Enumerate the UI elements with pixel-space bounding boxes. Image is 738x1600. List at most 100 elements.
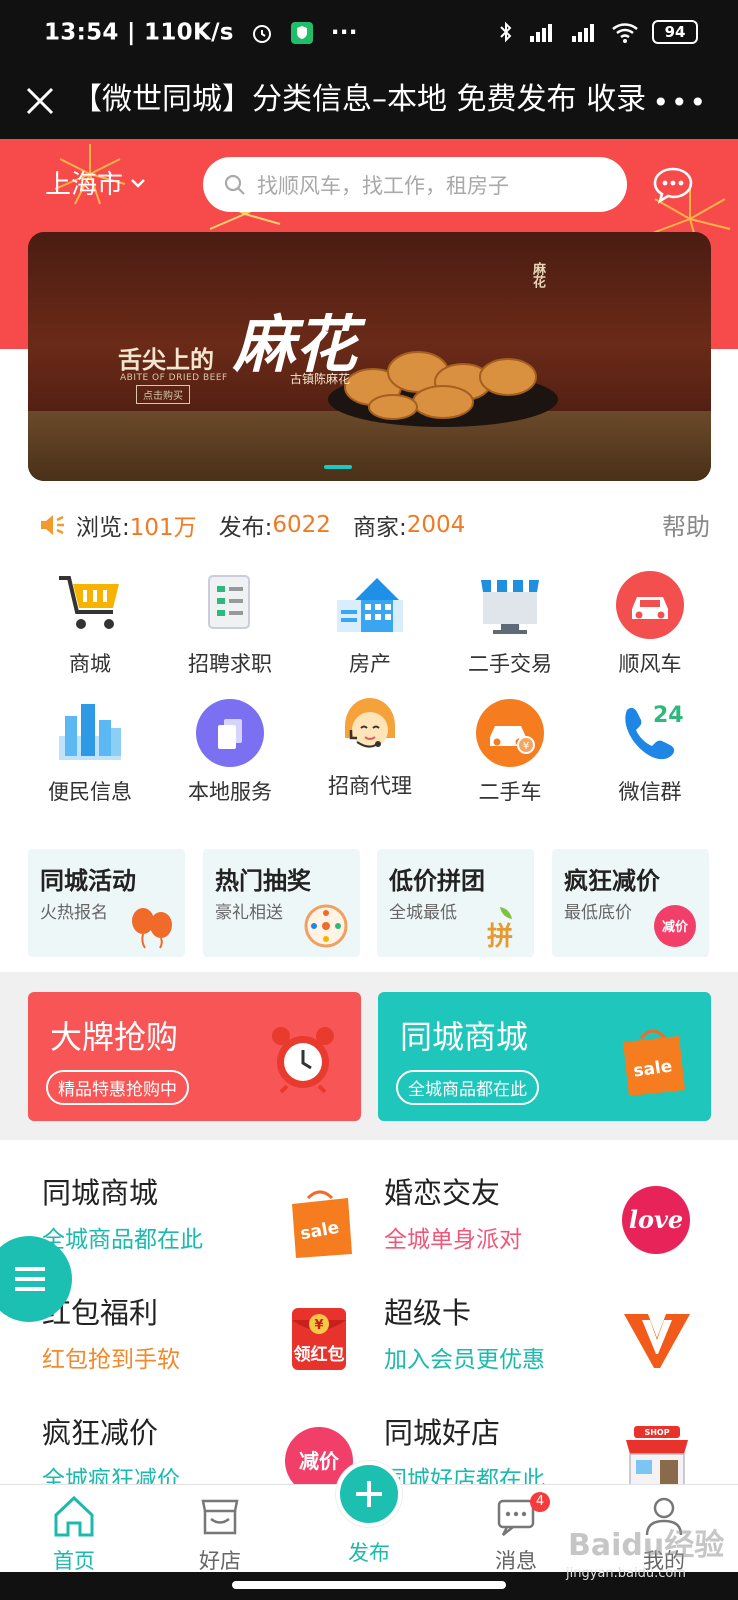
tab-messages[interactable]: 消息 bbox=[456, 1485, 576, 1575]
sale-bag-image: sale bbox=[292, 1190, 352, 1258]
storefront-icon bbox=[481, 580, 539, 634]
browse-value: 101万 bbox=[129, 515, 197, 541]
status-right: 94 bbox=[498, 18, 698, 46]
promo-discount[interactable]: 疯狂减价 最低底价 减价 bbox=[552, 849, 709, 957]
alarm-icon bbox=[253, 24, 272, 43]
title-bar: 【微世同城】分类信息–本地 免费发布 收录 ••• bbox=[0, 64, 738, 139]
category-label: 招商代理 bbox=[328, 774, 412, 798]
red-envelope-image: ¥ 领红包 bbox=[292, 1308, 346, 1370]
category-label: 便民信息 bbox=[48, 780, 132, 804]
tab-label: 发布 bbox=[348, 1541, 390, 1565]
banner-side-text: 麻花 bbox=[530, 262, 545, 288]
category-secondhand[interactable]: 二手交易 bbox=[440, 568, 580, 678]
promo-activity[interactable]: 同城活动 火热报名 bbox=[28, 849, 185, 957]
bigcard-title: 同城商城 bbox=[400, 1018, 529, 1056]
customer-service-icon bbox=[345, 698, 395, 748]
search-input[interactable]: 找顺风车，找工作，租房子 bbox=[203, 157, 627, 212]
shield-icon bbox=[291, 21, 314, 44]
vip-v-icon bbox=[624, 1314, 690, 1368]
help-link[interactable]: 帮助 bbox=[662, 507, 710, 542]
signal-icon bbox=[572, 24, 594, 42]
list-title: 同城商城 bbox=[42, 1176, 159, 1210]
category-label: 顺风车 bbox=[618, 652, 682, 676]
status-separator: | bbox=[127, 19, 145, 46]
category-label: 招聘求职 bbox=[188, 652, 272, 676]
promo-banner[interactable]: 舌尖上的 麻花 古镇陈麻花 ABITE OF DRIED BEEF 点击购买 麻… bbox=[28, 232, 711, 481]
bigcard-city-mall[interactable]: 同城商城 全城商品都在此 sale bbox=[378, 992, 711, 1121]
category-used-car[interactable]: ¥ 二手车 bbox=[440, 696, 580, 806]
category-rideshare[interactable]: 顺风车 bbox=[580, 568, 720, 678]
promo-subtitle: 火热报名 bbox=[40, 903, 108, 923]
balloon-icon bbox=[132, 908, 172, 949]
discount-badge-icon: 减价 bbox=[654, 905, 696, 947]
list-title: 超级卡 bbox=[384, 1296, 472, 1330]
merchant-label: 商家: bbox=[352, 515, 407, 541]
jianjia-text: 减价 bbox=[299, 1449, 340, 1473]
bluetooth-icon bbox=[500, 21, 512, 43]
category-mall[interactable]: 商城 bbox=[20, 568, 160, 678]
home-indicator[interactable] bbox=[232, 1581, 506, 1589]
list-item-supercard[interactable]: 超级卡 加入会员更优惠 bbox=[384, 1290, 724, 1400]
shopping-bag-icon: sale bbox=[623, 1029, 685, 1096]
category-label: 房产 bbox=[349, 652, 391, 676]
list-item-dating[interactable]: 婚恋交友 全城单身派对 love bbox=[384, 1170, 724, 1280]
browse-label: 浏览: bbox=[76, 515, 130, 541]
city-buildings-icon bbox=[59, 704, 121, 760]
city-name: 上海市 bbox=[45, 170, 124, 200]
baidu-watermark: Baidu经验 bbox=[568, 1528, 725, 1563]
svg-text:拼: 拼 bbox=[487, 922, 513, 949]
tab-publish[interactable]: 发布 bbox=[309, 1535, 429, 1567]
list-item-city-mall[interactable]: 同城商城 全城商品都在此 sale bbox=[42, 1170, 382, 1280]
more-menu-button[interactable]: ••• bbox=[652, 86, 708, 119]
home-icon bbox=[54, 1495, 94, 1537]
list-item-hongbao[interactable]: 红包福利 红包抢到手软 ¥ 领红包 bbox=[42, 1290, 382, 1400]
category-jobs[interactable]: 招聘求职 bbox=[160, 568, 300, 678]
phone-24-icon: 24 bbox=[625, 703, 684, 760]
message-count-badge: 4 bbox=[530, 1492, 550, 1512]
category-local-service[interactable]: 本地服务 bbox=[160, 696, 300, 806]
shop-text: SHOP bbox=[644, 1428, 669, 1437]
banner-buy-button[interactable]: 点击购买 bbox=[136, 385, 190, 404]
bigcard-title: 大牌抢购 bbox=[50, 1018, 179, 1056]
svg-text:减价: 减价 bbox=[662, 919, 689, 935]
category-realestate[interactable]: 房产 bbox=[300, 568, 440, 678]
tab-good-shops[interactable]: 好店 bbox=[160, 1485, 280, 1575]
status-time-group: 13:54 | 110K/s ··· bbox=[44, 19, 358, 46]
svg-text:¥: ¥ bbox=[523, 741, 529, 752]
page: 13:54 | 110K/s ··· 94 【微世同城】分类信息–本地 免费发布… bbox=[0, 0, 738, 1600]
list-title: 疯狂减价 bbox=[42, 1416, 159, 1450]
house-icon bbox=[337, 578, 403, 632]
category-agent[interactable]: 招商代理 bbox=[300, 690, 440, 800]
category-convenience[interactable]: 便民信息 bbox=[20, 696, 160, 806]
bigcard-flash-sale[interactable]: 大牌抢购 精品特惠抢购中 bbox=[28, 992, 361, 1121]
list-subtitle: 红包抢到手软 bbox=[42, 1347, 180, 1373]
publish-button[interactable] bbox=[336, 1461, 402, 1527]
city-selector[interactable]: 上海市 bbox=[45, 164, 147, 201]
list-subtitle: 全城商品都在此 bbox=[42, 1227, 203, 1253]
category-label: 二手交易 bbox=[468, 652, 552, 676]
chat-bubble-icon[interactable] bbox=[652, 165, 694, 205]
svg-text:¥: ¥ bbox=[314, 1318, 323, 1333]
status-bar: 13:54 | 110K/s ··· 94 bbox=[0, 0, 738, 64]
hamburger-menu-icon bbox=[15, 1267, 45, 1291]
page-title: 【微世同城】分类信息–本地 免费发布 收录 bbox=[72, 82, 647, 117]
promo-title: 同城活动 bbox=[40, 867, 136, 895]
alarm-clock-icon bbox=[272, 1027, 334, 1094]
close-icon[interactable] bbox=[22, 83, 58, 119]
promo-subtitle: 最低底价 bbox=[564, 903, 632, 923]
promo-lottery[interactable]: 热门抽奖 豪礼相送 bbox=[203, 849, 360, 957]
speaker-icon bbox=[41, 515, 64, 535]
wifi-icon bbox=[612, 23, 638, 43]
promo-title: 低价拼团 bbox=[389, 867, 485, 895]
banner-headline-small: 舌尖上的 bbox=[118, 345, 214, 374]
tab-home[interactable]: 首页 bbox=[14, 1485, 134, 1575]
category-wechat-group[interactable]: 24 微信群 bbox=[580, 696, 720, 806]
lottery-wheel-icon bbox=[304, 904, 348, 948]
banner-indicator[interactable] bbox=[324, 465, 352, 469]
merchant-value: 2004 bbox=[406, 512, 466, 538]
network-speed: 110K/s bbox=[144, 19, 234, 46]
tab-label: 首页 bbox=[53, 1549, 95, 1573]
search-icon bbox=[224, 174, 245, 195]
promo-title: 热门抽奖 bbox=[215, 867, 311, 895]
promo-groupbuy[interactable]: 低价拼团 全城最低 拼 bbox=[377, 849, 534, 957]
